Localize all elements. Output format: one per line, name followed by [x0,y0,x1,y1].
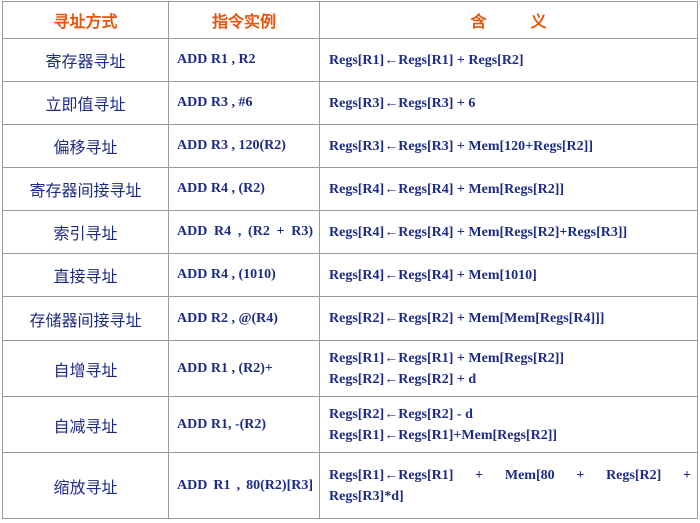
addressing-modes-table: 寻址方式 指令实例 含义 寄存器寻址 ADD R1 , R2 Regs[R1]←… [2,1,698,519]
meaning-cell: Regs[R1]←Regs[R1] + Regs[R2] [319,38,698,82]
addressing-modes-table-container: 寻址方式 指令实例 含义 寄存器寻址 ADD R1 , R2 Regs[R1]←… [2,1,698,521]
header-mode: 寻址方式 [2,1,169,39]
mode-cell: 索引寻址 [2,210,169,254]
example-cell: ADD R4 , (R2 + R3) [168,210,320,254]
mode-cell: 偏移寻址 [2,124,169,168]
mode-cell: 缩放寻址 [2,452,169,519]
mode-cell: 自增寻址 [2,340,169,397]
meaning-cell: Regs[R2]←Regs[R2] - d Regs[R1]←Regs[R1]+… [319,396,698,453]
mode-cell: 寄存器寻址 [2,38,169,82]
meaning-line: Regs[R1]←Regs[R1] + Regs[R2] [329,52,524,68]
meaning-cell: Regs[R3]←Regs[R3] + 6 [319,81,698,125]
table-row: 索引寻址 ADD R4 , (R2 + R3) Regs[R4]←Regs[R4… [2,210,698,254]
example-cell: ADD R4 , (1010) [168,253,320,297]
meaning-line: Regs[R4]←Regs[R4] + Mem[Regs[R2]] [329,181,565,197]
header-meaning-right: 义 [530,12,547,31]
header-example: 指令实例 [168,1,320,39]
meaning-line: Regs[R3]*d] [329,488,404,504]
example-cell: ADD R1 , (R2)+ [168,340,320,397]
example-cell: ADD R3 , #6 [168,81,320,125]
table-row: 偏移寻址 ADD R3 , 120(R2) Regs[R3]←Regs[R3] … [2,124,698,168]
meaning-line: Regs[R4]←Regs[R4] + Mem[Regs[R2]+Regs[R3… [329,224,628,240]
table-row: 自减寻址 ADD R1, -(R2) Regs[R2]←Regs[R2] - d… [2,396,698,453]
example-cell: ADD R1 , R2 [168,38,320,82]
meaning-cell: Regs[R1]←Regs[R1] + Mem[80 + Regs[R2] + … [319,452,698,519]
mode-cell: 立即值寻址 [2,81,169,125]
header-meaning: 含义 [319,1,698,39]
table-row: 自增寻址 ADD R1 , (R2)+ Regs[R1]←Regs[R1] + … [2,340,698,397]
mode-cell: 存储器间接寻址 [2,296,169,341]
example-cell: ADD R4 , (R2) [168,167,320,211]
meaning-line: Regs[R2]←Regs[R2] - d [329,406,473,422]
mode-cell: 直接寻址 [2,253,169,297]
table-row: 寄存器间接寻址 ADD R4 , (R2) Regs[R4]←Regs[R4] … [2,167,698,211]
meaning-line: Regs[R1]←Regs[R1] + Mem[80 + Regs[R2] + [329,467,691,483]
meaning-cell: Regs[R4]←Regs[R4] + Mem[Regs[R2]+Regs[R3… [319,210,698,254]
meaning-cell: Regs[R2]←Regs[R2] + Mem[Mem[Regs[R4]]] [319,296,698,341]
meaning-cell: Regs[R1]←Regs[R1] + Mem[Regs[R2]] Regs[R… [319,340,698,397]
table-row: 寄存器寻址 ADD R1 , R2 Regs[R1]←Regs[R1] + Re… [2,38,698,82]
table-row: 缩放寻址 ADD R1 , 80(R2)[R3] Regs[R1]←Regs[R… [2,452,698,519]
table-row: 直接寻址 ADD R4 , (1010) Regs[R4]←Regs[R4] +… [2,253,698,297]
table-row: 存储器间接寻址 ADD R2 , @(R4) Regs[R2]←Regs[R2]… [2,296,698,341]
meaning-cell: Regs[R4]←Regs[R4] + Mem[1010] [319,253,698,297]
meaning-line: Regs[R3]←Regs[R3] + Mem[120+Regs[R2]] [329,138,593,154]
mode-cell: 寄存器间接寻址 [2,167,169,211]
mode-cell: 自减寻址 [2,396,169,453]
meaning-line: Regs[R2]←Regs[R2] + d [329,371,477,387]
header-row: 寻址方式 指令实例 含义 [2,1,698,39]
meaning-cell: Regs[R3]←Regs[R3] + Mem[120+Regs[R2]] [319,124,698,168]
meaning-line: Regs[R1]←Regs[R1] + Mem[Regs[R2]] [329,350,565,366]
table-row: 立即值寻址 ADD R3 , #6 Regs[R3]←Regs[R3] + 6 [2,81,698,125]
meaning-line: Regs[R4]←Regs[R4] + Mem[1010] [329,267,537,283]
example-cell: ADD R2 , @(R4) [168,296,320,341]
example-cell: ADD R1, -(R2) [168,396,320,453]
example-cell: ADD R3 , 120(R2) [168,124,320,168]
meaning-cell: Regs[R4]←Regs[R4] + Mem[Regs[R2]] [319,167,698,211]
meaning-line: Regs[R2]←Regs[R2] + Mem[Mem[Regs[R4]]] [329,311,605,326]
meaning-line: Regs[R3]←Regs[R3] + 6 [329,95,476,111]
header-meaning-left: 含 [470,12,487,31]
example-cell: ADD R1 , 80(R2)[R3] [168,452,320,519]
meaning-line: Regs[R1]←Regs[R1]+Mem[Regs[R2]] [329,427,558,443]
